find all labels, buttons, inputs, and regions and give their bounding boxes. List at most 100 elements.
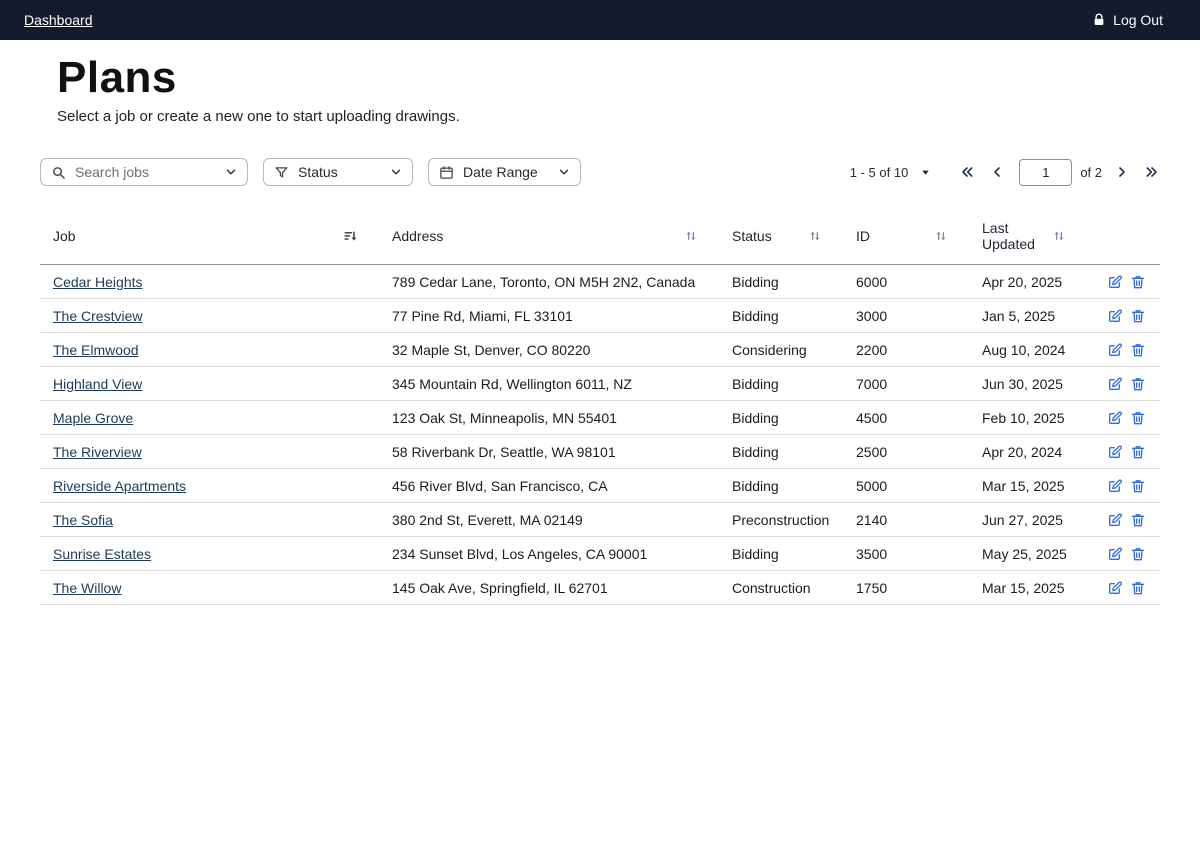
date-range-dropdown[interactable]: Date Range [428,158,581,186]
previous-page-button[interactable] [989,164,1005,180]
updated-cell: May 25, 2025 [982,546,1100,562]
angle-right-icon [1114,164,1130,180]
job-link[interactable]: Riverside Apartments [53,478,186,494]
logout-button[interactable]: Log Out [1092,12,1163,28]
edit-icon[interactable] [1107,342,1123,358]
delete-icon[interactable] [1130,546,1146,562]
date-range-label: Date Range [463,164,538,180]
column-header-job[interactable]: Job [40,228,392,244]
job-link[interactable]: The Elmwood [53,342,139,358]
updated-cell: Mar 15, 2025 [982,580,1100,596]
search-jobs-box[interactable] [40,158,248,186]
first-page-button[interactable] [959,164,975,180]
edit-icon[interactable] [1107,478,1123,494]
column-label: Last Updated [982,220,1052,252]
job-link[interactable]: Highland View [53,376,142,392]
updated-cell: Apr 20, 2024 [982,444,1100,460]
chevron-down-icon [558,166,570,178]
status-cell: Bidding [732,410,856,426]
last-page-button[interactable] [1144,164,1160,180]
chevron-down-icon[interactable] [225,166,237,178]
address-cell: 58 Riverbank Dr, Seattle, WA 98101 [392,444,732,460]
actions-cell [1100,546,1160,562]
sort-alpha-icon[interactable] [343,229,358,244]
dashboard-link[interactable]: Dashboard [24,12,93,28]
address-cell: 380 2nd St, Everett, MA 02149 [392,512,732,528]
delete-icon[interactable] [1130,410,1146,426]
delete-icon[interactable] [1130,308,1146,324]
actions-cell [1100,376,1160,392]
actions-cell [1100,580,1160,596]
job-link[interactable]: The Crestview [53,308,142,324]
edit-icon[interactable] [1107,546,1123,562]
column-header-updated[interactable]: Last Updated [982,220,1100,252]
table-row: Highland View 345 Mountain Rd, Wellingto… [40,367,1160,401]
job-link[interactable]: The Sofia [53,512,113,528]
address-cell: 456 River Blvd, San Francisco, CA [392,478,732,494]
status-cell: Bidding [732,444,856,460]
updated-cell: Aug 10, 2024 [982,342,1100,358]
job-link[interactable]: Maple Grove [53,410,133,426]
edit-icon[interactable] [1107,444,1123,460]
table-row: The Willow 145 Oak Ave, Springfield, IL … [40,571,1160,605]
job-cell: The Sofia [40,512,392,528]
actions-cell [1100,308,1160,324]
page-number-input[interactable] [1019,159,1072,186]
rows-per-page-dropdown[interactable]: 1 - 5 of 10 [850,165,932,180]
id-cell: 5000 [856,478,982,494]
next-page-button[interactable] [1114,164,1130,180]
sort-updown-icon[interactable] [934,229,948,243]
sort-updown-icon[interactable] [1052,229,1066,243]
edit-icon[interactable] [1107,410,1123,426]
table-row: Riverside Apartments 456 River Blvd, San… [40,469,1160,503]
delete-icon[interactable] [1130,444,1146,460]
column-header-address[interactable]: Address [392,228,732,244]
delete-icon[interactable] [1130,342,1146,358]
status-cell: Preconstruction [732,512,856,528]
job-cell: The Elmwood [40,342,392,358]
page-subtitle: Select a job or create a new one to star… [57,108,1200,125]
table-row: The Crestview 77 Pine Rd, Miami, FL 3310… [40,299,1160,333]
status-cell: Considering [732,342,856,358]
delete-icon[interactable] [1130,478,1146,494]
search-icon [51,165,66,180]
job-cell: Cedar Heights [40,274,392,290]
angles-right-icon [1144,164,1160,180]
sort-updown-icon[interactable] [808,229,822,243]
job-cell: Highland View [40,376,392,392]
search-input[interactable] [75,164,205,180]
address-cell: 234 Sunset Blvd, Los Angeles, CA 90001 [392,546,732,562]
job-link[interactable]: The Willow [53,580,121,596]
actions-cell [1100,444,1160,460]
id-cell: 6000 [856,274,982,290]
edit-icon[interactable] [1107,376,1123,392]
job-link[interactable]: Cedar Heights [53,274,143,290]
job-cell: The Riverview [40,444,392,460]
address-cell: 345 Mountain Rd, Wellington 6011, NZ [392,376,732,392]
delete-icon[interactable] [1130,512,1146,528]
delete-icon[interactable] [1130,274,1146,290]
edit-icon[interactable] [1107,308,1123,324]
page-title: Plans [57,53,1200,103]
job-cell: Riverside Apartments [40,478,392,494]
table-row: The Elmwood 32 Maple St, Denver, CO 8022… [40,333,1160,367]
job-link[interactable]: Sunrise Estates [53,546,151,562]
actions-cell [1100,410,1160,426]
edit-icon[interactable] [1107,512,1123,528]
jobs-table: Job Address Status ID Last Updated Cedar… [40,216,1160,605]
lock-icon [1092,13,1106,27]
job-cell: The Crestview [40,308,392,324]
delete-icon[interactable] [1130,580,1146,596]
column-header-status[interactable]: Status [732,228,856,244]
table-header-row: Job Address Status ID Last Updated [40,216,1160,265]
edit-icon[interactable] [1107,580,1123,596]
job-cell: Maple Grove [40,410,392,426]
column-header-id[interactable]: ID [856,228,982,244]
status-filter-dropdown[interactable]: Status [263,158,413,186]
edit-icon[interactable] [1107,274,1123,290]
sort-updown-icon[interactable] [684,229,698,243]
job-link[interactable]: The Riverview [53,444,142,460]
caret-down-icon [920,167,931,178]
delete-icon[interactable] [1130,376,1146,392]
updated-cell: Apr 20, 2025 [982,274,1100,290]
